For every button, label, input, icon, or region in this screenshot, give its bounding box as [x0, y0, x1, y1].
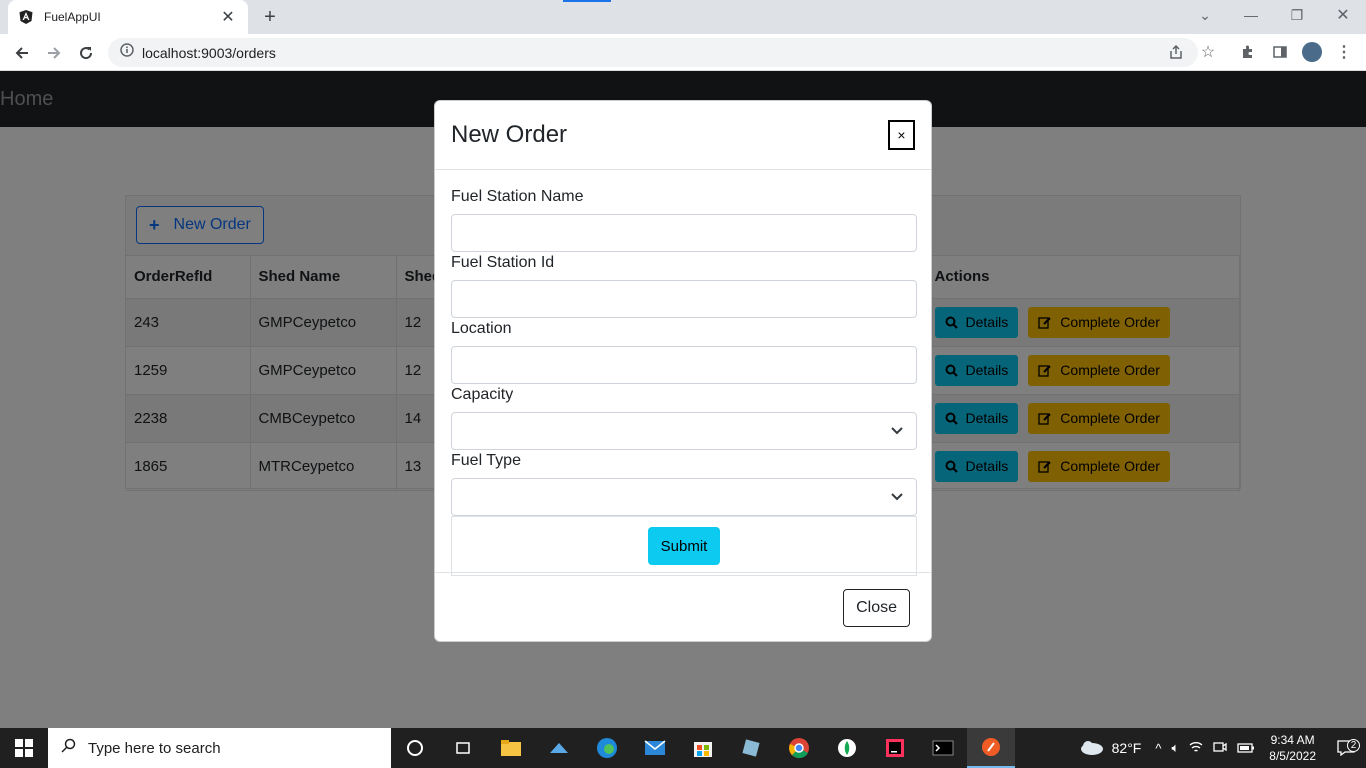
- file-explorer-icon[interactable]: [487, 728, 535, 768]
- extensions-icon[interactable]: [1238, 42, 1258, 62]
- meet-now-icon[interactable]: [1213, 741, 1227, 756]
- station-id-label: Fuel Station Id: [451, 254, 555, 271]
- back-icon[interactable]: [9, 40, 35, 66]
- location-label: Location: [451, 320, 512, 337]
- windows-taskbar: Type here to search 82°F ^ 🔈︎ 9:34 AM 8/…: [0, 728, 1366, 768]
- info-icon[interactable]: [120, 43, 134, 62]
- window-close-button[interactable]: ✕: [1328, 0, 1358, 30]
- notification-center-icon[interactable]: 2: [1326, 739, 1366, 756]
- new-order-modal: New Order × Fuel Station Name Fuel Stati…: [434, 100, 932, 642]
- cortana-icon[interactable]: [391, 728, 439, 768]
- weather-temp[interactable]: 82°F: [1112, 740, 1142, 756]
- mail-icon[interactable]: [631, 728, 679, 768]
- clock-date: 8/5/2022: [1269, 749, 1316, 763]
- close-button[interactable]: Close: [843, 588, 910, 627]
- windows-start-icon[interactable]: [0, 728, 48, 768]
- search-icon: [60, 738, 76, 758]
- station-name-input[interactable]: [451, 214, 917, 252]
- address-bar: localhost:9003/orders ☆ ⋮: [0, 34, 1366, 71]
- side-panel-icon[interactable]: [1270, 42, 1290, 62]
- tray-chevron-up-icon[interactable]: ^: [1155, 741, 1161, 756]
- tab-close-icon[interactable]: ✕: [218, 7, 238, 27]
- chevron-down-icon: [890, 423, 904, 442]
- capacity-label: Capacity: [451, 386, 514, 403]
- chevron-down-icon: [890, 489, 904, 508]
- loading-indicator: [563, 0, 611, 2]
- terminal-icon[interactable]: [919, 728, 967, 768]
- task-view-icon[interactable]: [439, 728, 487, 768]
- submit-button[interactable]: Submit: [647, 527, 721, 565]
- notification-count: 2: [1347, 739, 1360, 752]
- menu-icon[interactable]: ⋮: [1334, 42, 1354, 62]
- modal-body: Fuel Station Name Fuel Station Id Locati…: [435, 170, 931, 576]
- tab-title: FuelAppUI: [44, 10, 101, 24]
- fuel-type-select[interactable]: [451, 478, 917, 516]
- wifi-icon[interactable]: [1189, 741, 1203, 756]
- volume-icon[interactable]: 🔈︎: [1171, 740, 1179, 756]
- submit-container: Submit: [451, 516, 917, 576]
- restore-button[interactable]: ❐: [1282, 0, 1312, 30]
- url-text: localhost:9003/orders: [142, 44, 276, 61]
- chrome-icon[interactable]: [775, 728, 823, 768]
- minimize-button[interactable]: —: [1236, 0, 1266, 30]
- share-icon[interactable]: [1166, 42, 1186, 62]
- taskbar-search-box[interactable]: Type here to search: [48, 728, 391, 768]
- intellij-icon[interactable]: [871, 728, 919, 768]
- store-icon[interactable]: [679, 728, 727, 768]
- fuel-type-label: Fuel Type: [451, 452, 521, 469]
- browser-tab[interactable]: FuelAppUI ✕: [8, 0, 248, 34]
- edge-icon[interactable]: [583, 728, 631, 768]
- modal-footer: Close: [435, 572, 931, 642]
- new-tab-button[interactable]: +: [258, 5, 282, 29]
- modal-close-x-button[interactable]: ×: [887, 119, 916, 151]
- capacity-select[interactable]: [451, 412, 917, 450]
- url-bar[interactable]: localhost:9003/orders: [108, 38, 1198, 67]
- location-input[interactable]: [451, 346, 917, 384]
- system-tray: 82°F ^ 🔈︎ 9:34 AM 8/5/2022 2: [1078, 728, 1366, 768]
- browser-tab-strip: FuelAppUI ✕ + ⌄ — ❐ ✕: [0, 0, 1366, 34]
- angular-logo-icon: [18, 9, 34, 25]
- battery-icon[interactable]: [1237, 741, 1255, 756]
- reload-icon[interactable]: [73, 40, 99, 66]
- forward-icon[interactable]: [41, 40, 67, 66]
- postman-icon[interactable]: [967, 728, 1015, 768]
- weather-cloud-icon[interactable]: [1078, 739, 1104, 758]
- profile-avatar[interactable]: [1302, 42, 1322, 62]
- notes-app-icon[interactable]: [727, 728, 775, 768]
- bookmark-star-icon[interactable]: ☆: [1198, 42, 1218, 62]
- modal-header: New Order ×: [435, 101, 931, 170]
- search-placeholder: Type here to search: [88, 739, 221, 757]
- clock-time: 9:34 AM: [1270, 733, 1315, 747]
- tab-search-icon[interactable]: ⌄: [1190, 0, 1220, 30]
- modal-title: New Order: [451, 121, 568, 148]
- taskbar-clock[interactable]: 9:34 AM 8/5/2022: [1259, 732, 1326, 764]
- mongodb-icon[interactable]: [823, 728, 871, 768]
- app-icon-blue[interactable]: [535, 728, 583, 768]
- station-name-label: Fuel Station Name: [451, 188, 584, 205]
- station-id-input[interactable]: [451, 280, 917, 318]
